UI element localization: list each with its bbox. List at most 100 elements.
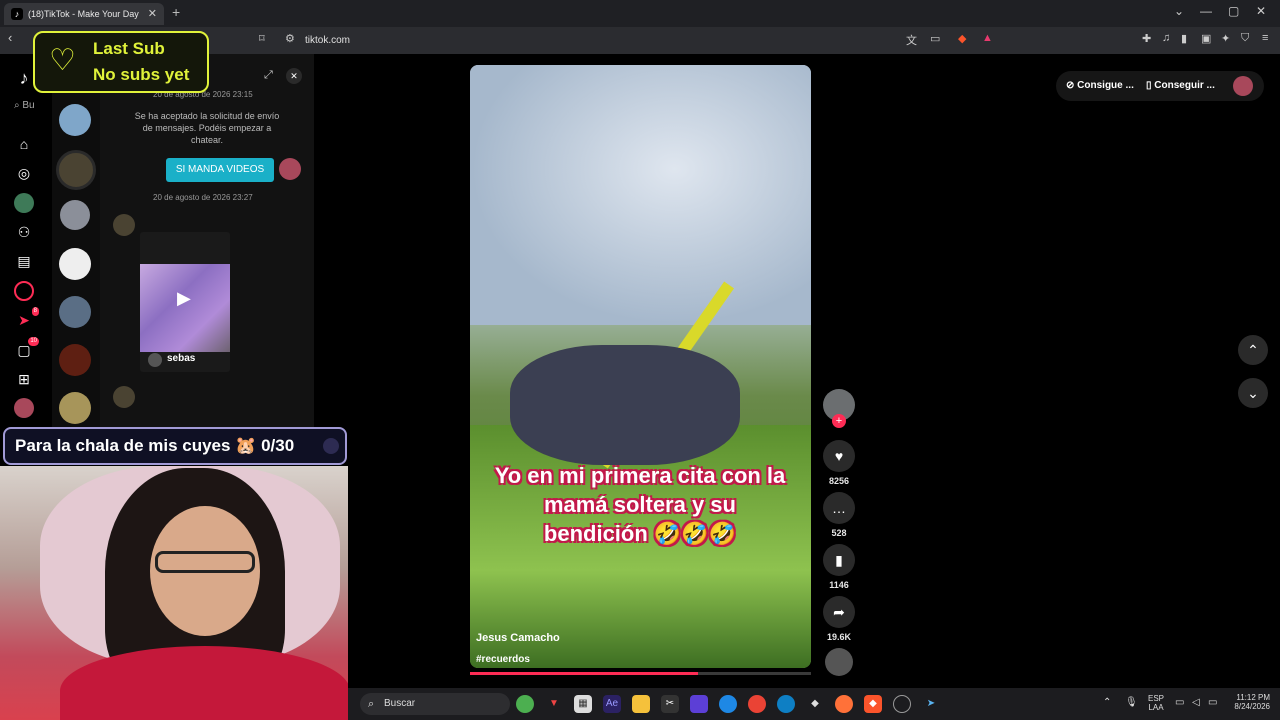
profile-avatar[interactable] [14,281,34,301]
twitch-icon[interactable] [690,695,708,713]
nav-search[interactable]: ⌕ Bu [14,100,35,111]
file-explorer-icon[interactable] [632,695,650,713]
maximize-button[interactable]: ▢ [1228,4,1239,18]
taskbar-search[interactable]: ⌕ Buscar [360,693,510,715]
bookmark-icon[interactable]: ⌑ [259,32,265,45]
site-info-icon[interactable]: ⚙ [285,32,295,45]
follow-plus-icon[interactable]: + [832,414,846,428]
friends-icon[interactable]: ⚇ [14,222,34,242]
comment-icon[interactable]: … [823,492,855,524]
glasses [155,551,255,573]
close-window-button[interactable]: ✕ [1256,4,1266,18]
save-action[interactable]: ▮ 1146 [823,544,855,590]
sound-disc[interactable] [823,648,855,676]
upload-icon[interactable]: ⊞ [14,369,34,389]
author-avatar [148,353,162,367]
new-tab-button[interactable]: + [172,4,180,20]
copilot-icon[interactable] [719,695,737,713]
capcut-icon[interactable]: ✂ [661,695,679,713]
video-people [510,345,740,465]
leo-ai-icon[interactable]: ✦ [1221,32,1230,45]
inbox-icon[interactable]: ➤ 8 [14,307,39,330]
url-field[interactable]: tiktok.com [300,31,1000,50]
media-icon[interactable]: ♫ [1162,32,1170,44]
bookmark-icon[interactable]: ▮ [823,544,855,576]
music-disc-icon [825,648,853,676]
brave-icon[interactable]: ◆ [864,695,882,713]
following-avatar[interactable] [14,193,34,213]
translate-icon[interactable]: 文 [906,32,917,48]
messages-icon[interactable]: ▢ 10 [14,337,39,360]
get-app-button[interactable]: ▯ Conseguir ... [1146,73,1215,99]
wallet-icon[interactable]: ▣ [1201,32,1211,45]
editor-icon[interactable]: ▦ [574,695,592,713]
network-icon[interactable]: ▭ [1175,697,1184,708]
like-count: 8256 [828,476,850,486]
firefox-icon[interactable] [835,695,853,713]
expand-icon[interactable]: ⤢ [264,69,273,82]
obs-icon[interactable] [893,695,911,713]
live-icon[interactable]: ▤ [14,251,34,271]
video-hashtag[interactable]: #recuerdos [476,654,530,665]
back-icon[interactable]: ‹ [8,30,12,45]
share-icon[interactable]: ➦ [823,596,855,628]
video-progress-bar[interactable] [470,672,811,675]
tab-title: (18)TikTok - Make Your Day [28,9,139,19]
microphone-icon[interactable]: 🎙 [1125,697,1138,708]
rewards-icon[interactable]: ▲ [982,32,993,44]
volume-icon[interactable]: ◁ [1192,697,1200,708]
clock[interactable]: 11:12 PM 8/24/2026 [1228,693,1270,711]
previous-video-icon[interactable]: ⌃ [1238,335,1268,365]
home-icon[interactable]: ⌂ [14,134,34,154]
comment-action[interactable]: … 528 [823,492,855,538]
sidebar-icon[interactable]: ▮ [1181,32,1187,45]
close-chat-icon[interactable]: ✕ [286,68,302,84]
next-video-icon[interactable]: ⌄ [1238,378,1268,408]
conversation-avatar[interactable] [60,200,90,230]
video-author[interactable]: Jesus Camacho [476,632,560,644]
app-icon[interactable]: ▼ [545,695,563,713]
user-avatar[interactable] [1233,76,1253,96]
tray-overflow-icon[interactable]: ⌃ [1103,697,1111,708]
battery-icon[interactable]: ▭ [1208,697,1217,708]
edge-icon[interactable] [777,695,795,713]
tiktok-logo-icon[interactable]: ♪ [14,68,34,88]
conversation-avatar-active[interactable] [56,150,96,190]
app-icon[interactable]: ◆ [806,695,824,713]
conversation-avatar[interactable] [59,392,91,424]
minimize-button[interactable]: — [1200,4,1212,18]
conversation-avatar[interactable] [59,104,91,136]
brave-shield-icon[interactable]: ◆ [958,32,966,45]
tab-search-icon[interactable]: ⌄ [1174,4,1184,18]
cast-icon[interactable]: ▭ [930,32,940,45]
extensions-icon[interactable]: ✚ [1142,32,1151,45]
conversation-avatar[interactable] [59,344,91,376]
widget-icon[interactable] [516,695,534,713]
after-effects-icon[interactable]: Ae [603,695,621,713]
creator-avatar[interactable]: + [823,389,855,428]
account-avatar[interactable] [14,398,34,418]
share-count: 19.6K [826,632,852,642]
language-indicator[interactable]: ESP LAA [1148,694,1164,712]
conversation-avatar[interactable] [59,248,91,280]
steam-icon[interactable]: ➤ [922,695,940,713]
goal-progress-dot [323,438,339,454]
chrome-icon[interactable] [748,695,766,713]
conversation-avatar[interactable] [59,296,91,328]
explore-icon[interactable]: ◎ [14,163,34,183]
vpn-icon[interactable]: ⛉ [1241,32,1249,45]
conversation-list [52,90,100,430]
messages-badge: 10 [28,337,39,346]
heart-icon[interactable]: ♥ [823,440,855,472]
video-player[interactable]: Yo en mi primera cita con la mamá solter… [470,65,811,668]
my-avatar [279,158,301,180]
share-action[interactable]: ➦ 19.6K [823,596,855,642]
like-action[interactable]: ♥ 8256 [823,440,855,486]
save-count: 1146 [829,580,849,590]
menu-icon[interactable]: ≡ [1262,32,1268,44]
shared-video-card[interactable]: ▶ sebas [140,232,230,372]
tab-close-icon[interactable]: ✕ [148,3,157,25]
last-sub-widget: ♡ Last Sub No subs yet [33,31,209,93]
get-coins-button[interactable]: ⊘ Consigue ... [1066,73,1134,99]
tab-tiktok[interactable]: ♪ (18)TikTok - Make Your Day ✕ [4,3,164,25]
